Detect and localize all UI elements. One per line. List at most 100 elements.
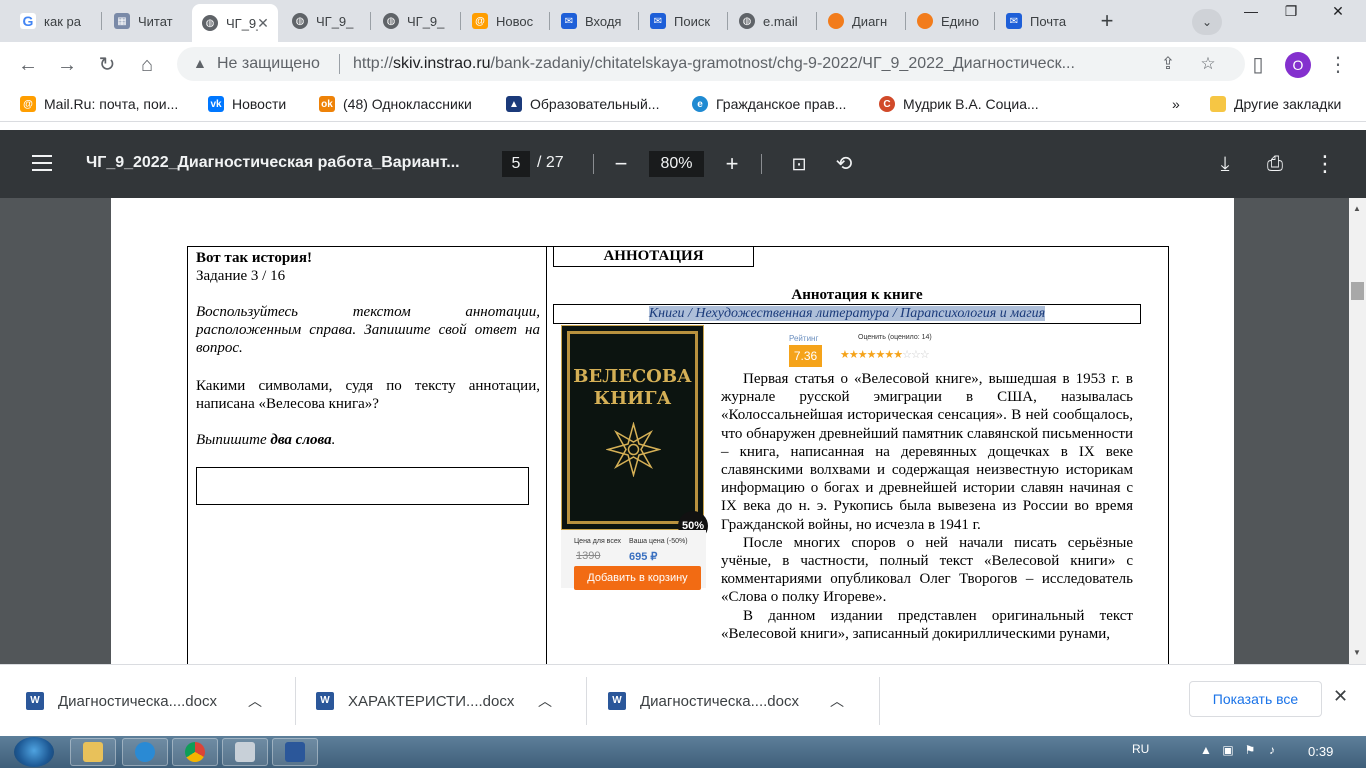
bookmark-ok[interactable]: ok (48) Одноклассники [319,96,472,112]
scrollbar[interactable]: ▲ ▼ [1349,198,1366,664]
tab-6[interactable]: ✉ Входя [551,6,637,36]
star-icon[interactable]: ★ [849,349,859,361]
chevron-up-icon[interactable]: ︿ [830,691,844,711]
star-icon[interactable]: ★ [893,349,903,361]
close-tab-icon[interactable]: ✕ [254,14,272,32]
star-icon[interactable]: ☆ [920,349,930,361]
show-all-button[interactable]: Показать все [1189,681,1322,717]
close-downloads-icon[interactable]: ✕ [1333,686,1348,707]
show-hidden-icons[interactable]: ▲ [1198,743,1214,759]
answer-field[interactable] [196,467,529,505]
device-icon[interactable]: ▣ [1220,743,1236,759]
forward-button[interactable]: → [53,51,81,79]
taskbar-calculator[interactable] [222,738,268,766]
pdf-viewer[interactable]: Вот так история! Задание 3 / 16 Воспользу… [0,198,1366,664]
bookmark-vk[interactable]: vk Новости [208,96,286,112]
menu-icon[interactable] [32,155,52,171]
vk-icon: vk [208,96,224,112]
folder-icon [1210,96,1226,112]
ok-icon: ok [319,96,335,112]
clock[interactable]: 0:39 [1308,744,1333,759]
star-icon[interactable]: ★ [840,349,850,361]
pdf-toolbar: ЧГ_9_2022_Диагностическая работа_Вариант… [0,130,1366,198]
menu-button[interactable]: ⋮ [1324,51,1352,79]
add-to-cart-button[interactable]: Добавить в корзину [574,566,701,590]
download-item-2[interactable]: W Диагностическа....docx ︿ [608,665,844,737]
page-number-input[interactable]: 5 [502,151,530,177]
download-icon[interactable]: ⤓ [1210,149,1240,179]
address-bar[interactable]: ▲ Не защищено http://skiv.instrao.ru/ban… [177,47,1245,81]
star-icon[interactable]: ★ [858,349,868,361]
scroll-down-icon[interactable]: ▼ [1353,648,1361,657]
tab-2[interactable]: ◍ЧГ_9_✕ [192,4,278,42]
security-label[interactable]: Не защищено [217,55,320,73]
tab-search-button[interactable]: ⌄ [1192,9,1222,35]
share-icon[interactable]: ⇪ [1157,53,1179,75]
star-icon[interactable]: ★ [884,349,894,361]
word-doc-icon: W [316,692,334,710]
annotation-heading: Аннотация к книге [791,287,923,303]
tab-4[interactable]: ◍ ЧГ_9_ [373,6,459,36]
language-indicator[interactable]: RU [1132,742,1149,756]
chevron-up-icon[interactable]: ︿ [248,691,262,711]
bookmarks-more[interactable]: » [1172,96,1180,112]
tab-10[interactable]: Едино [907,6,993,36]
cover-star-ornament [606,422,661,477]
annotation-cell: АННОТАЦИЯ Аннотация к книге Книги / Неху… [546,246,1169,664]
download-item-0[interactable]: W Диагностическа....docx ︿ [26,665,262,737]
bookmark-mudrik[interactable]: C Мудрик В.А. Социа... [879,96,1039,112]
start-button[interactable] [14,737,54,767]
folder-icon [83,742,103,762]
bookmark-other[interactable]: Другие закладки [1210,96,1341,112]
tab-3[interactable]: ◍ ЧГ_9_ [282,6,368,36]
bookmark-edge[interactable]: e Гражданское прав... [692,96,846,112]
fit-page-icon[interactable]: ⊡ [784,149,814,179]
tab-5[interactable]: @ Новос [462,6,548,36]
more-options-icon[interactable]: ⋮ [1310,149,1340,179]
star-icon[interactable]: ★ [867,349,877,361]
chevron-up-icon[interactable]: ︿ [538,691,552,711]
bookmark-mailru[interactable]: @ Mail.Ru: почта, пои... [20,96,178,112]
mail-icon: ✉ [561,13,577,29]
url-text[interactable]: http://skiv.instrao.ru/bank-zadaniy/chit… [353,55,1153,73]
close-window-button[interactable]: ✕ [1310,0,1366,24]
tab-0[interactable]: Gкак ра [10,6,100,36]
tab-1[interactable]: ▦ Читат [104,6,190,36]
home-button[interactable]: ⌂ [133,51,161,79]
taskbar-explorer[interactable] [70,738,116,766]
warning-icon[interactable]: ▲ [193,55,207,71]
download-item-1[interactable]: W ХАРАКТЕРИСТИ....docx ︿ [316,665,552,737]
scroll-up-icon[interactable]: ▲ [1353,204,1361,213]
new-tab-button[interactable]: + [1094,9,1120,35]
reload-button[interactable]: ↻ [93,51,121,79]
rotate-icon[interactable]: ⟲ [829,149,859,179]
word-doc-icon: W [608,692,626,710]
tab-7[interactable]: ✉ Поиск [640,6,726,36]
bookmark-star-icon[interactable]: ☆ [1197,53,1219,75]
tab-11[interactable]: ✉ Почта [996,6,1086,36]
flag-icon[interactable]: ⚑ [1242,743,1258,759]
pdf-page: Вот так история! Задание 3 / 16 Воспользу… [111,198,1234,664]
star-icon[interactable]: ☆ [911,349,921,361]
scrollbar-thumb[interactable] [1351,282,1364,300]
school-icon: ▦ [114,13,130,29]
zoom-out-button[interactable]: − [606,149,636,179]
tab-9[interactable]: Диагн [818,6,904,36]
volume-icon[interactable]: ♪ [1264,743,1280,759]
restore-button[interactable]: ❐ [1268,0,1314,24]
sidepanel-button[interactable]: ▯ [1244,51,1272,79]
back-button[interactable]: ← [14,51,42,79]
task-number: Задание 3 / 16 [196,268,286,284]
bookmark-cdo[interactable]: ▲ Образовательный... [506,96,659,112]
taskbar-chrome[interactable] [172,738,218,766]
taskbar-word[interactable] [272,738,318,766]
taskbar-ie[interactable] [122,738,168,766]
star-icon[interactable]: ☆ [902,349,912,361]
profile-avatar[interactable]: O [1285,52,1311,78]
tab-8[interactable]: ◍ e.mail [729,6,815,36]
zoom-input[interactable]: 80% [649,151,704,177]
zoom-in-button[interactable]: + [717,149,747,179]
chrome-icon [185,742,205,762]
print-icon[interactable]: ⎙ [1260,149,1290,179]
rating-stars[interactable]: ★★★★★★★☆☆☆ [840,348,930,361]
